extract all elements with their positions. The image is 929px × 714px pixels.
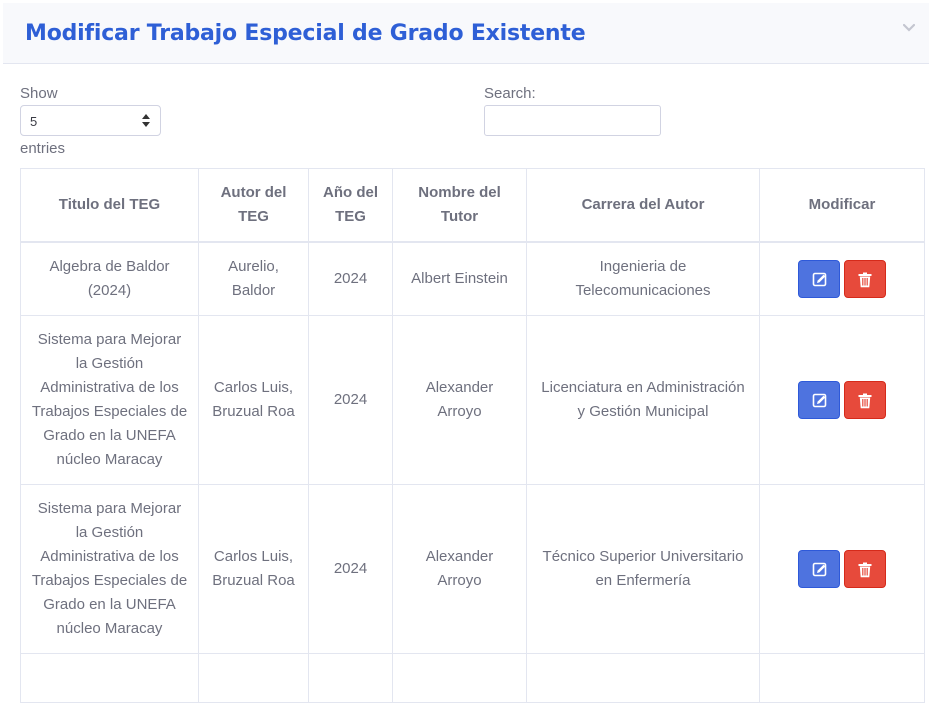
trash-icon (858, 272, 872, 288)
cell-carrera: Ingenieria de Telecomunicaciones (526, 241, 760, 316)
teg-table: Titulo del TEG Autor del TEG Año del TEG… (20, 168, 925, 703)
card-header: Modificar Trabajo Especial de Grado Exis… (3, 3, 929, 64)
cell-autor: Carlos Luis, Bruzual Roa (198, 484, 309, 654)
edit-button[interactable] (798, 381, 840, 419)
show-label: Show (20, 85, 58, 102)
edit-icon (812, 562, 827, 577)
entries-select-value: 5 (30, 114, 38, 129)
cell-titulo (20, 653, 199, 703)
cell-modificar (759, 241, 925, 316)
trash-icon (858, 562, 872, 578)
cell-titulo: Sistema para Mejorar la Gestión Administ… (20, 484, 199, 654)
cell-titulo: Algebra de Baldor (2024) (20, 241, 199, 316)
cell-modificar (759, 653, 925, 703)
search-input[interactable] (484, 105, 661, 136)
column-header-anio[interactable]: Año del TEG (308, 168, 393, 243)
cell-autor: Aurelio, Baldor (198, 241, 309, 316)
cell-tutor: Alexander Arroyo (392, 315, 527, 485)
cell-anio: 2024 (308, 241, 393, 316)
cell-autor: Carlos Luis, Bruzual Roa (198, 315, 309, 485)
table-header-row: Titulo del TEG Autor del TEG Año del TEG… (20, 168, 925, 243)
cell-autor (198, 653, 309, 703)
edit-button[interactable] (798, 260, 840, 298)
entries-label: entries (20, 140, 66, 157)
select-arrows-icon (142, 114, 150, 127)
cell-modificar (759, 484, 925, 654)
column-header-modificar[interactable]: Modificar (759, 168, 925, 243)
column-header-carrera[interactable]: Carrera del Autor (526, 168, 760, 243)
chevron-down-icon[interactable] (903, 23, 915, 33)
cell-anio: 2024 (308, 484, 393, 654)
delete-button[interactable] (844, 381, 886, 419)
edit-button[interactable] (798, 550, 840, 588)
column-header-titulo[interactable]: Titulo del TEG (20, 168, 199, 243)
edit-icon (812, 272, 827, 287)
cell-titulo: Sistema para Mejorar la Gestión Administ… (20, 315, 199, 485)
table-row: Sistema para Mejorar la Gestión Administ… (20, 315, 925, 485)
trash-icon (858, 393, 872, 409)
delete-button[interactable] (844, 550, 886, 588)
cell-carrera (526, 653, 760, 703)
cell-anio (308, 653, 393, 703)
cell-tutor (392, 653, 527, 703)
cell-carrera: Técnico Superior Universitario en Enferm… (526, 484, 760, 654)
search-label: Search: (484, 85, 536, 102)
column-header-autor[interactable]: Autor del TEG (198, 168, 309, 243)
delete-button[interactable] (844, 260, 886, 298)
cell-tutor: Albert Einstein (392, 241, 527, 316)
edit-icon (812, 393, 827, 408)
entries-select[interactable]: 5 (20, 105, 161, 136)
column-header-tutor[interactable]: Nombre del Tutor (392, 168, 527, 243)
cell-tutor: Alexander Arroyo (392, 484, 527, 654)
table-row: Sistema para Mejorar la Gestión Administ… (20, 484, 925, 654)
cell-anio: 2024 (308, 315, 393, 485)
table-row: Algebra de Baldor (2024) Aurelio, Baldor 2… (20, 241, 925, 316)
cell-carrera: Licenciatura en Administración y Gestión… (526, 315, 760, 485)
cell-modificar (759, 315, 925, 485)
page-title: Modificar Trabajo Especial de Grado Exis… (25, 21, 586, 46)
table-row (20, 653, 925, 703)
